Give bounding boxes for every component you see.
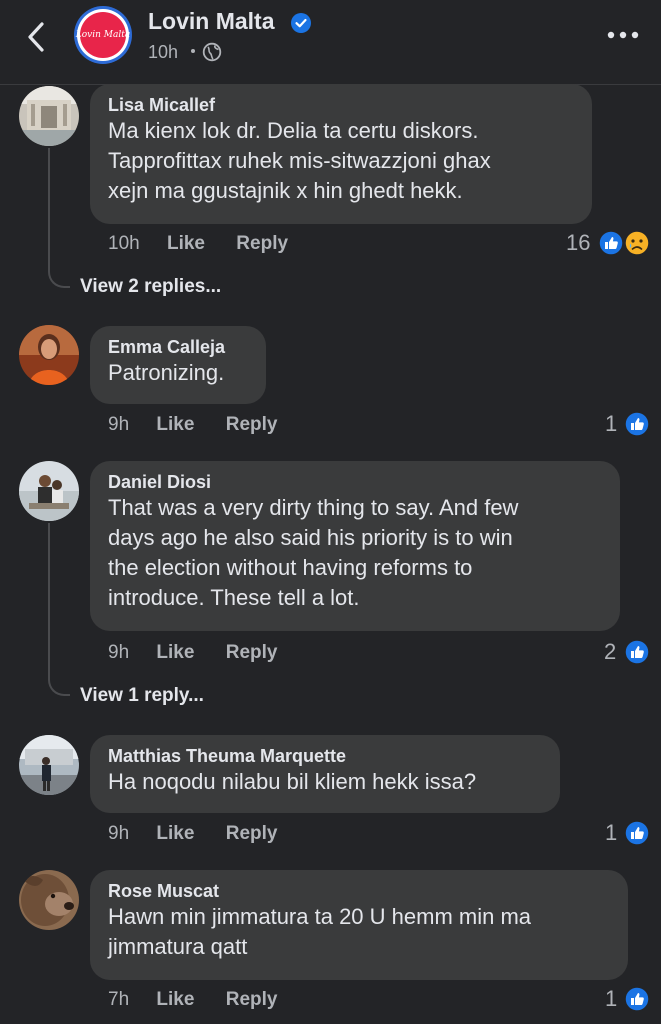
comment-time: 7h <box>108 989 130 1010</box>
comment-author[interactable]: Lisa Micallef <box>108 94 574 116</box>
like-button[interactable]: Like <box>156 989 194 1011</box>
view-replies-link[interactable]: View 2 replies... <box>80 276 221 298</box>
comment-actions: 9h Like Reply <box>108 414 277 436</box>
post-time: 10h <box>148 42 179 62</box>
like-button[interactable]: Like <box>156 414 194 436</box>
comment-text-line: Patronizing. <box>108 360 225 385</box>
comment-text-line: Tapprofittax ruhek mis-sitwazzjoni ghax <box>108 148 491 173</box>
comment-text-line: That was a very dirty thing to say. And … <box>108 495 519 520</box>
comment-actions: 7h Like Reply <box>108 989 277 1011</box>
brand-logo: Lovin Malta <box>76 12 130 58</box>
avatar[interactable] <box>19 870 79 930</box>
comment-text-line: introduce. These tell a lot. <box>108 585 360 610</box>
thread-line <box>48 523 50 678</box>
comment-text-line: Ha noqodu nilabu bil kliem hekk issa? <box>108 769 477 794</box>
post-header: Lovin Malta Lovin Malta 10h <box>0 0 661 85</box>
reaction-count[interactable]: 1 <box>605 986 617 1012</box>
reply-button[interactable]: Reply <box>226 642 278 664</box>
comment-bubble[interactable]: Daniel Diosi That was a very dirty thing… <box>90 461 620 631</box>
reply-button[interactable]: Reply <box>226 823 278 845</box>
like-button[interactable]: Like <box>156 823 194 845</box>
comment-text-line: xejn ma ggustajnik x hin ghedt hekk. <box>108 178 463 203</box>
like-reaction-icon <box>624 820 650 846</box>
comment-time: 9h <box>108 642 130 663</box>
avatar[interactable] <box>19 461 79 521</box>
globe-icon <box>202 42 222 62</box>
comment-time: 9h <box>108 823 130 844</box>
reply-button[interactable]: Reply <box>226 989 278 1011</box>
comment-author[interactable]: Emma Calleja <box>108 336 248 358</box>
like-reaction-icon <box>624 986 650 1012</box>
avatar[interactable] <box>19 325 79 385</box>
like-button[interactable]: Like <box>156 642 194 664</box>
thread-curve <box>48 674 70 696</box>
avatar[interactable] <box>19 735 79 795</box>
thread-line <box>48 148 50 270</box>
like-reaction-icon <box>624 411 650 437</box>
reply-button[interactable]: Reply <box>226 414 278 436</box>
verified-badge-icon <box>291 13 311 33</box>
comment-text-line: Hawn min jimmatura ta 20 U hemm min ma <box>108 904 532 929</box>
comment-actions: 9h Like Reply <box>108 642 277 664</box>
reaction-count[interactable]: 1 <box>605 820 617 846</box>
comment-bubble[interactable]: Matthias Theuma Marquette Ha noqodu nila… <box>90 735 560 813</box>
comment-bubble[interactable]: Lisa Micallef Ma kienx lok dr. Delia ta … <box>90 84 592 224</box>
reaction-count[interactable]: 1 <box>605 411 617 437</box>
page-name[interactable]: Lovin Malta <box>148 8 275 35</box>
comment-text-line: jimmatura qatt <box>108 934 248 959</box>
comment-actions: 10h Like Reply <box>108 233 288 255</box>
sad-reaction-icon <box>624 230 650 256</box>
reply-button[interactable]: Reply <box>236 233 288 255</box>
comment-text-line: Ma kienx lok dr. Delia ta certu diskors. <box>108 118 479 143</box>
comment-bubble[interactable]: Emma Calleja Patronizing. <box>90 326 266 404</box>
comment-author[interactable]: Rose Muscat <box>108 880 610 902</box>
comment-bubble[interactable]: Rose Muscat Hawn min jimmatura ta 20 U h… <box>90 870 628 980</box>
back-arrow-icon[interactable] <box>22 20 52 54</box>
reaction-count[interactable]: 16 <box>566 230 590 256</box>
reaction-count[interactable]: 2 <box>604 639 616 665</box>
comment-actions: 9h Like Reply <box>108 823 277 845</box>
view-replies-link[interactable]: View 1 reply... <box>80 685 204 707</box>
like-reaction-icon <box>598 230 624 256</box>
comment-time: 9h <box>108 414 130 435</box>
comment-time: 10h <box>108 233 140 254</box>
page-avatar[interactable]: Lovin Malta <box>74 6 132 64</box>
more-options-icon[interactable] <box>606 30 640 40</box>
like-reaction-icon <box>624 639 650 665</box>
thread-curve <box>48 266 70 288</box>
comment-author[interactable]: Matthias Theuma Marquette <box>108 745 542 767</box>
comment-text-line: days ago he also said his priority is to… <box>108 525 513 550</box>
avatar[interactable] <box>19 86 79 146</box>
like-button[interactable]: Like <box>167 233 205 255</box>
separator-dot <box>191 49 195 53</box>
comment-text-line: the election without having reforms to <box>108 555 473 580</box>
comment-author[interactable]: Daniel Diosi <box>108 471 602 493</box>
